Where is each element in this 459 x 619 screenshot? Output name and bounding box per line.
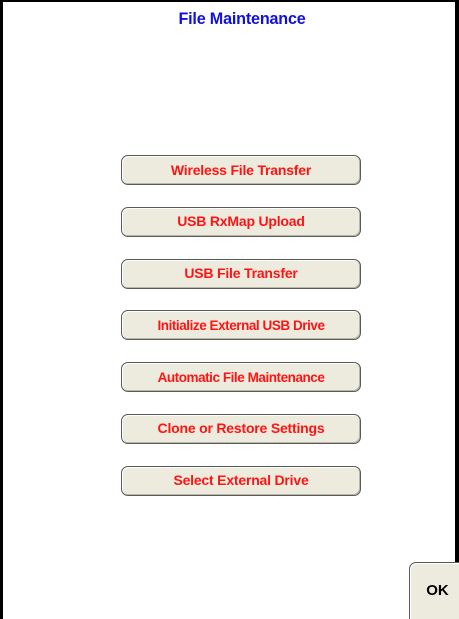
wireless-file-transfer-button[interactable]: Wireless File Transfer [121,155,361,185]
usb-rxmap-upload-button[interactable]: USB RxMap Upload [121,206,361,237]
automatic-file-maintenance-button[interactable]: Automatic File Maintenance [121,362,361,393]
frame-right-border [455,0,459,619]
page-title: File Maintenance [178,9,306,28]
ok-button[interactable]: OK [409,562,459,619]
clone-or-restore-settings-button[interactable]: Clone or Restore Settings [121,413,361,444]
frame-left-border [0,0,3,619]
usb-file-transfer-button[interactable]: USB File Transfer [121,258,361,289]
initialize-external-usb-drive-button[interactable]: Initialize External USB Drive [121,310,361,341]
select-external-drive-button[interactable]: Select External Drive [121,465,361,496]
file-maintenance-menu: Wireless File Transfer USB RxMap Upload … [121,155,361,518]
frame-top-border [0,0,459,2]
file-maintenance-screen: File Maintenance Wireless File Transfer … [0,0,459,619]
